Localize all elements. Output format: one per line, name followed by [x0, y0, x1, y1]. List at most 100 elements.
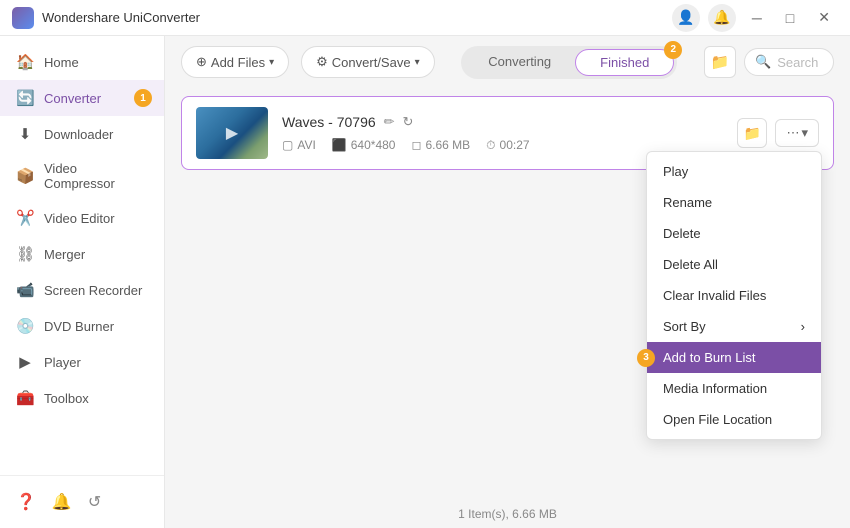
sidebar-item-video-editor[interactable]: ✂️ Video Editor [0, 200, 164, 236]
sidebar-item-label: Screen Recorder [44, 283, 142, 298]
format-label: AVI [297, 138, 315, 152]
file-info: Waves - 70796 ✏ ↻ ▢ AVI ⬛ 640*480 [282, 114, 723, 153]
open-location-label: Open File Location [663, 412, 772, 427]
refresh-icon[interactable]: ↺ [88, 492, 101, 512]
file-size: ◻ 6.66 MB [411, 138, 470, 152]
sidebar-bottom: ❓ 🔔 ↺ [0, 475, 164, 520]
chevron-more-icon: ▾ [801, 125, 808, 141]
duration-label: 00:27 [500, 138, 530, 152]
resolution-label: 640*480 [351, 138, 396, 152]
size-label: 6.66 MB [425, 138, 470, 152]
media-info-label: Media Information [663, 381, 767, 396]
convert-save-button[interactable]: ⚙ Convert/Save ▾ [301, 46, 434, 78]
clear-invalid-label: Clear Invalid Files [663, 288, 766, 303]
more-icon: ⋯ [786, 125, 799, 141]
resolution-icon: ⬛ [332, 138, 347, 152]
sidebar-item-label: Toolbox [44, 391, 89, 406]
sidebar-item-toolbox[interactable]: 🧰 Toolbox [0, 380, 164, 416]
refresh-file-icon[interactable]: ↻ [403, 114, 414, 130]
sidebar-bottom-icons: ❓ 🔔 ↺ [0, 484, 164, 520]
search-icon: 🔍 [755, 54, 771, 70]
delete-all-label: Delete All [663, 257, 718, 272]
tabs: Converting Finished 2 [461, 46, 677, 79]
sidebar-item-home[interactable]: 🏠 Home [0, 44, 164, 80]
file-duration: ⏱ 00:27 [486, 138, 529, 153]
sidebar-item-screen-recorder[interactable]: 📹 Screen Recorder [0, 272, 164, 308]
sidebar-item-label: Player [44, 355, 81, 370]
tab-finished-wrapper: Finished 2 [575, 49, 674, 76]
convert-save-label: Convert/Save [332, 55, 411, 70]
tab-finished[interactable]: Finished [575, 49, 674, 76]
dvd-icon: 💿 [16, 317, 34, 335]
app-logo [12, 7, 34, 29]
tabs-container: Converting Finished 2 [447, 46, 692, 79]
sidebar-item-video-compressor[interactable]: 📦 Video Compressor [0, 152, 164, 200]
bell-icon[interactable]: 🔔 [52, 492, 72, 512]
editor-icon: ✂️ [16, 209, 34, 227]
duration-icon: ⏱ [486, 138, 495, 153]
size-icon: ◻ [411, 138, 421, 152]
convert-icon: ⚙ [316, 54, 328, 70]
sidebar-item-converter[interactable]: 🔄 Converter 1 [0, 80, 164, 116]
add-icon: ⊕ [196, 54, 207, 70]
menu-item-delete-all[interactable]: Delete All [647, 249, 821, 280]
home-icon: 🏠 [16, 53, 34, 71]
app-title: Wondershare UniConverter [42, 10, 672, 25]
sidebar-item-merger[interactable]: ⛓ Merger [0, 236, 164, 272]
file-resolution: ⬛ 640*480 [332, 138, 396, 152]
play-label: Play [663, 164, 688, 179]
toolbox-icon: 🧰 [16, 389, 34, 407]
menu-item-play[interactable]: Play [647, 156, 821, 187]
add-files-label: Add Files [211, 55, 265, 70]
menu-item-media-info[interactable]: Media Information [647, 373, 821, 404]
main-layout: 🏠 Home 🔄 Converter 1 ⬇ Downloader 📦 Vide… [0, 36, 850, 528]
sidebar-item-label: Downloader [44, 127, 113, 142]
menu-item-clear-invalid[interactable]: Clear Invalid Files [647, 280, 821, 311]
file-format: ▢ AVI [282, 138, 316, 152]
help-icon[interactable]: ❓ [16, 492, 36, 512]
edit-name-icon[interactable]: ✏ [384, 114, 395, 130]
recorder-icon: 📹 [16, 281, 34, 299]
folder-action-btn[interactable]: 📁 [737, 118, 767, 148]
menu-item-sort-by[interactable]: Sort By › [647, 311, 821, 342]
sidebar-item-dvd-burner[interactable]: 💿 DVD Burner [0, 308, 164, 344]
notification-icon[interactable]: 🔔 [708, 4, 736, 32]
player-icon: ▶ [16, 353, 34, 371]
sidebar-item-label: Home [44, 55, 79, 70]
menu-item-delete[interactable]: Delete [647, 218, 821, 249]
downloader-icon: ⬇ [16, 125, 34, 143]
merger-icon: ⛓ [16, 245, 34, 263]
folder-icon-btn[interactable]: 📁 [704, 46, 736, 78]
context-menu: Play Rename Delete Delete All Clear Inva… [646, 151, 822, 440]
maximize-button[interactable]: □ [778, 6, 802, 30]
title-bar: Wondershare UniConverter 👤 🔔 ─ □ ✕ [0, 0, 850, 36]
chevron-down-icon-2: ▾ [415, 57, 420, 68]
search-placeholder: Search [777, 55, 818, 70]
content-area: ⊕ Add Files ▾ ⚙ Convert/Save ▾ Convertin… [165, 36, 850, 528]
finished-tab-badge: 2 [664, 41, 682, 59]
burn-list-badge: 3 [637, 349, 655, 367]
format-icon: ▢ [282, 138, 293, 152]
menu-item-open-location[interactable]: Open File Location [647, 404, 821, 435]
sidebar-item-label: Converter [44, 91, 101, 106]
add-files-button[interactable]: ⊕ Add Files ▾ [181, 46, 289, 78]
sidebar-item-downloader[interactable]: ⬇ Downloader [0, 116, 164, 152]
minimize-button[interactable]: ─ [744, 6, 770, 30]
sidebar: 🏠 Home 🔄 Converter 1 ⬇ Downloader 📦 Vide… [0, 36, 165, 528]
file-thumbnail [196, 107, 268, 159]
toolbar: ⊕ Add Files ▾ ⚙ Convert/Save ▾ Convertin… [165, 36, 850, 88]
more-options-button[interactable]: ⋯ ▾ [775, 119, 819, 147]
menu-item-rename[interactable]: Rename [647, 187, 821, 218]
tab-converting[interactable]: Converting [464, 49, 575, 76]
account-icon[interactable]: 👤 [672, 4, 700, 32]
converter-icon: 🔄 [16, 89, 34, 107]
search-box[interactable]: 🔍 Search [744, 48, 834, 76]
close-button[interactable]: ✕ [810, 5, 838, 30]
delete-label: Delete [663, 226, 701, 241]
file-name: Waves - 70796 [282, 114, 376, 130]
menu-item-add-to-burn[interactable]: Add to Burn List [647, 342, 821, 373]
sidebar-item-player[interactable]: ▶ Player [0, 344, 164, 380]
add-to-burn-label: Add to Burn List [663, 350, 756, 365]
file-name-row: Waves - 70796 ✏ ↻ [282, 114, 723, 130]
sort-by-label: Sort By [663, 319, 706, 334]
